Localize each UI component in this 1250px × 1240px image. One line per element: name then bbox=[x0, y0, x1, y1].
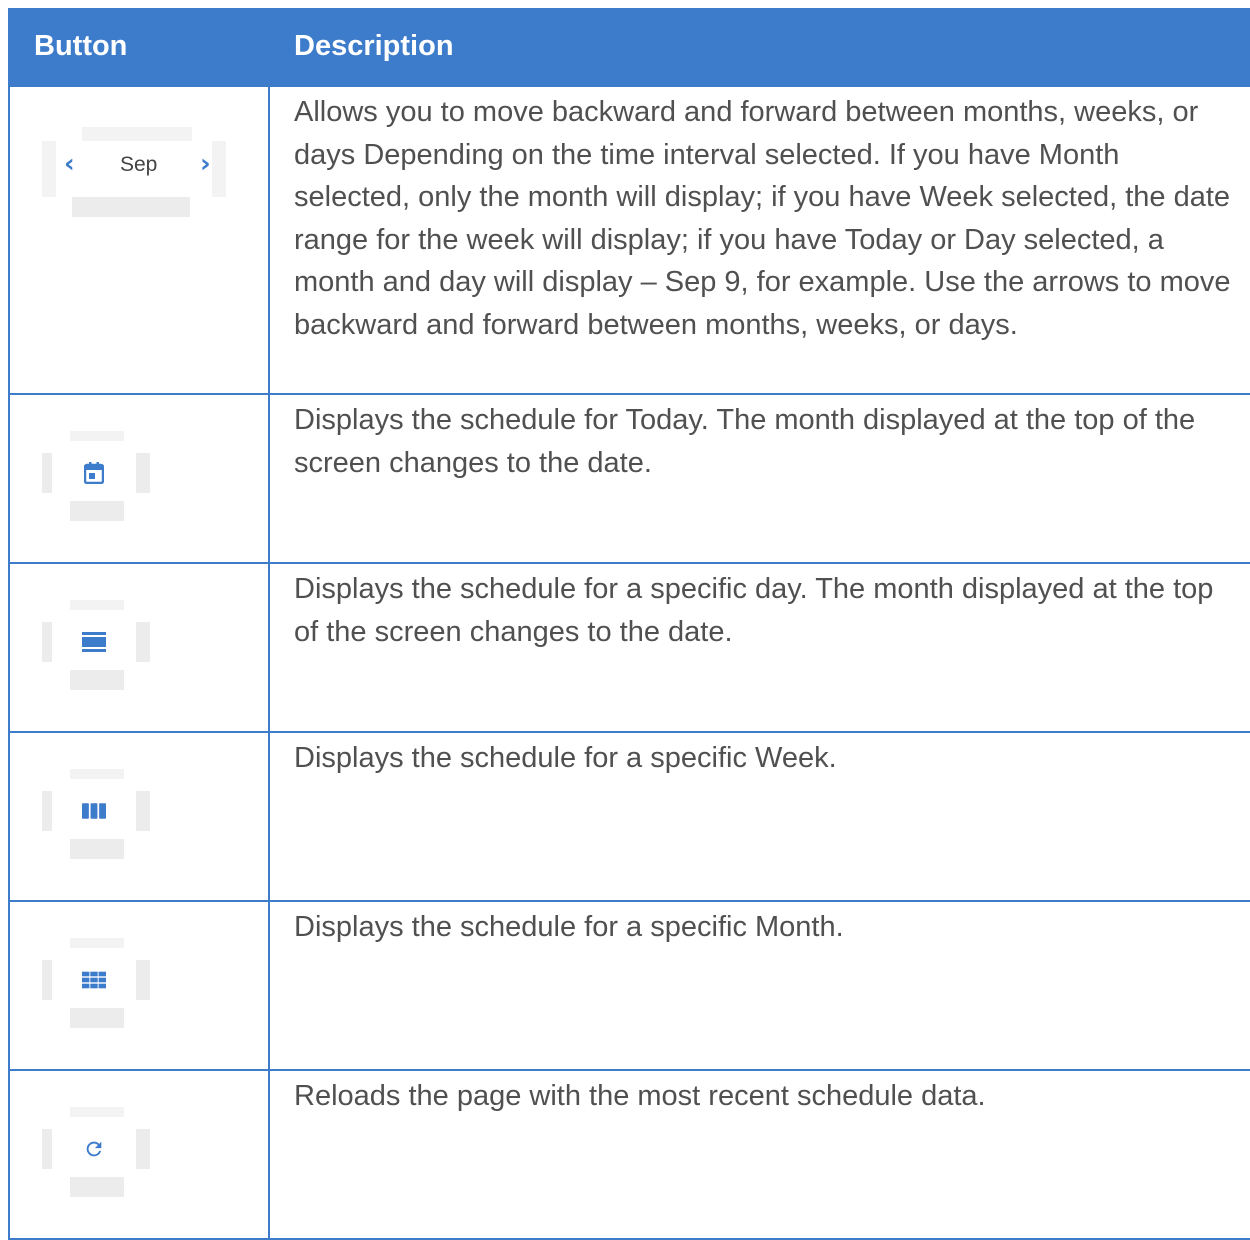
button-description-table: Button Description ‹ Sep › Allows you to… bbox=[8, 8, 1250, 1240]
day-view-button-image bbox=[42, 600, 154, 690]
description-cell: Displays the schedule for a specific Wee… bbox=[268, 731, 1250, 902]
table-row: Displays the schedule for Today. The mon… bbox=[8, 393, 1250, 564]
description-cell: Displays the schedule for a specific Mon… bbox=[268, 900, 1250, 1071]
description-cell: Allows you to move backward and forward … bbox=[268, 85, 1250, 395]
button-cell bbox=[8, 731, 270, 902]
button-cell: ‹ Sep › bbox=[8, 85, 270, 395]
calendar-today-icon bbox=[82, 461, 106, 485]
day-view-icon bbox=[82, 630, 106, 654]
button-column-header: Button bbox=[8, 8, 270, 86]
button-cell bbox=[8, 393, 270, 564]
table-row: Displays the schedule for a specific Mon… bbox=[8, 900, 1250, 1071]
table-header-row: Button Description bbox=[8, 8, 1250, 86]
week-view-icon bbox=[82, 799, 106, 823]
month-view-icon bbox=[82, 968, 106, 992]
today-button-image bbox=[42, 431, 154, 521]
description-column-header: Description bbox=[268, 8, 1250, 86]
button-cell bbox=[8, 900, 270, 1071]
month-label: Sep bbox=[120, 153, 158, 176]
month-view-button-image bbox=[42, 938, 154, 1028]
table-row: Displays the schedule for a specific Wee… bbox=[8, 731, 1250, 902]
refresh-icon bbox=[82, 1137, 106, 1161]
table-row: ‹ Sep › Allows you to move backward and … bbox=[8, 85, 1250, 395]
week-view-button-image bbox=[42, 769, 154, 859]
chevron-right-icon: › bbox=[200, 149, 211, 179]
table-row: Reloads the page with the most recent sc… bbox=[8, 1069, 1250, 1240]
description-cell: Reloads the page with the most recent sc… bbox=[268, 1069, 1250, 1240]
button-cell bbox=[8, 1069, 270, 1240]
description-cell: Displays the schedule for a specific day… bbox=[268, 562, 1250, 733]
description-cell: Displays the schedule for Today. The mon… bbox=[268, 393, 1250, 564]
button-cell bbox=[8, 562, 270, 733]
date-navigator-image: ‹ Sep › bbox=[42, 127, 226, 219]
chevron-left-icon: ‹ bbox=[64, 149, 75, 179]
refresh-button-image bbox=[42, 1107, 154, 1197]
table-row: Displays the schedule for a specific day… bbox=[8, 562, 1250, 733]
